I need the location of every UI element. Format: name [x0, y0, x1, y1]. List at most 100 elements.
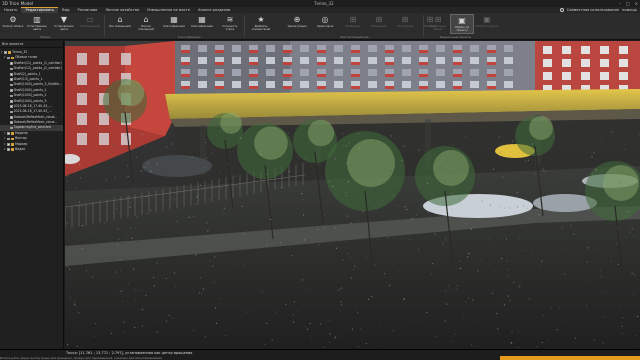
floor-complexity-button[interactable]: ≋ Сложность этажа	[218, 14, 242, 34]
visibility-checkbox[interactable]	[10, 83, 13, 87]
point	[306, 328, 308, 330]
balcony	[249, 86, 258, 89]
visibility-checkbox[interactable]	[10, 94, 13, 98]
point	[398, 205, 400, 207]
landmarks-button[interactable]: ◎ Ориентиров	[313, 14, 337, 34]
help-link[interactable]: помощь	[622, 8, 637, 12]
close-button[interactable]: ×	[635, 1, 638, 6]
visibility-checkbox[interactable]	[10, 78, 13, 81]
classification-button-2[interactable]: ▦ Классификация	[190, 14, 214, 34]
window	[300, 81, 309, 88]
point	[131, 237, 133, 239]
visibility-checkbox[interactable]	[7, 56, 10, 60]
point	[143, 166, 145, 168]
point-cloud-scene[interactable]	[65, 41, 640, 349]
tree-crown-highlight	[220, 112, 242, 134]
set-color-button[interactable]: ▼ Установление цвета	[52, 14, 76, 34]
visibility-checkbox[interactable]	[10, 99, 13, 103]
point	[350, 226, 352, 228]
point	[223, 228, 225, 230]
window	[121, 53, 131, 65]
point	[147, 163, 149, 165]
point	[133, 198, 135, 200]
point	[107, 132, 109, 134]
arbitrary-button[interactable]: ▭ Произвольный	[78, 14, 102, 34]
filter-cloud-button[interactable]: ⚙ Фильтр облака	[1, 14, 25, 34]
visibility-checkbox[interactable]	[7, 132, 10, 135]
tree-folder[interactable]: ▾ Видео	[0, 147, 63, 152]
sharing-link[interactable]: Совместная использование	[567, 8, 619, 12]
point	[565, 250, 567, 252]
point	[220, 171, 222, 173]
point	[116, 207, 118, 209]
measure-button-1[interactable]: ⊞ Измерение	[341, 14, 365, 34]
window	[470, 81, 479, 88]
star-icon: ★	[257, 15, 265, 24]
settings-gear-icon[interactable]	[559, 8, 564, 12]
point	[542, 314, 544, 316]
point	[219, 131, 221, 133]
visibility-checkbox[interactable]	[10, 116, 13, 119]
point	[176, 220, 178, 222]
all-rooms-button[interactable]: ⌂ Все помещений	[108, 14, 132, 34]
point	[198, 292, 200, 294]
3d-viewport[interactable]	[65, 41, 640, 349]
visibility-checkbox[interactable]	[10, 126, 13, 130]
point	[165, 320, 167, 322]
point	[462, 314, 464, 316]
point	[288, 171, 290, 173]
point	[297, 310, 299, 312]
point	[517, 206, 519, 208]
minimize-button[interactable]: –	[619, 1, 621, 6]
inside-rooms-button[interactable]: ⌂ Внутри помещений	[134, 14, 158, 34]
window	[619, 46, 628, 54]
point	[528, 298, 530, 300]
visibility-checkbox[interactable]	[7, 143, 10, 146]
natural-colors-button[interactable]: ▥ Естественные цвета	[25, 14, 49, 34]
visibility-checkbox[interactable]	[10, 72, 13, 76]
point	[599, 214, 601, 216]
visibility-checkbox[interactable]	[10, 105, 13, 108]
measure-button-2[interactable]: ⊞ Измерение	[367, 14, 391, 34]
window	[232, 57, 241, 64]
triangulation-button[interactable]: ⊕ Триангуляция	[285, 14, 309, 34]
point	[164, 237, 166, 239]
point	[488, 238, 490, 240]
window	[300, 45, 309, 52]
visibility-checkbox[interactable]	[4, 51, 7, 54]
point	[215, 135, 217, 137]
visibility-checkbox[interactable]	[10, 110, 13, 114]
cloud-by-color-button[interactable]: ▣ Облако по цвету	[475, 14, 499, 34]
point	[130, 227, 132, 229]
maximize-button[interactable]: □	[626, 1, 630, 6]
balcony	[453, 62, 462, 65]
visibility-checkbox[interactable]	[10, 67, 13, 71]
visibility-checkbox[interactable]	[7, 137, 10, 141]
point	[505, 238, 507, 240]
build-button[interactable]: ⊞ Построение	[393, 14, 417, 34]
point	[374, 264, 376, 266]
point	[516, 191, 518, 193]
selected-object-button[interactable]: ⊞ Выбранный объект	[426, 14, 450, 34]
visibility-checkbox[interactable]	[7, 148, 10, 152]
point	[392, 194, 394, 196]
point	[541, 260, 543, 262]
point	[542, 169, 544, 171]
visibility-checkbox[interactable]	[10, 62, 13, 65]
point	[94, 211, 96, 213]
point	[492, 292, 494, 294]
classification-button-1[interactable]: ▦ Классификация	[162, 14, 186, 34]
visibility-checkbox[interactable]	[10, 89, 13, 92]
add-comment-button[interactable]: ★ Добавить комментарий	[249, 14, 273, 34]
window	[562, 46, 571, 54]
point	[67, 344, 69, 346]
point	[357, 312, 359, 314]
point	[498, 136, 500, 138]
window	[436, 45, 445, 52]
visibility-checkbox[interactable]	[10, 121, 13, 125]
cloud-by-object-button[interactable]: ▣ Облако по объекту	[450, 14, 474, 34]
point	[260, 153, 262, 155]
point	[507, 275, 509, 277]
point	[120, 269, 122, 271]
point	[150, 171, 152, 173]
